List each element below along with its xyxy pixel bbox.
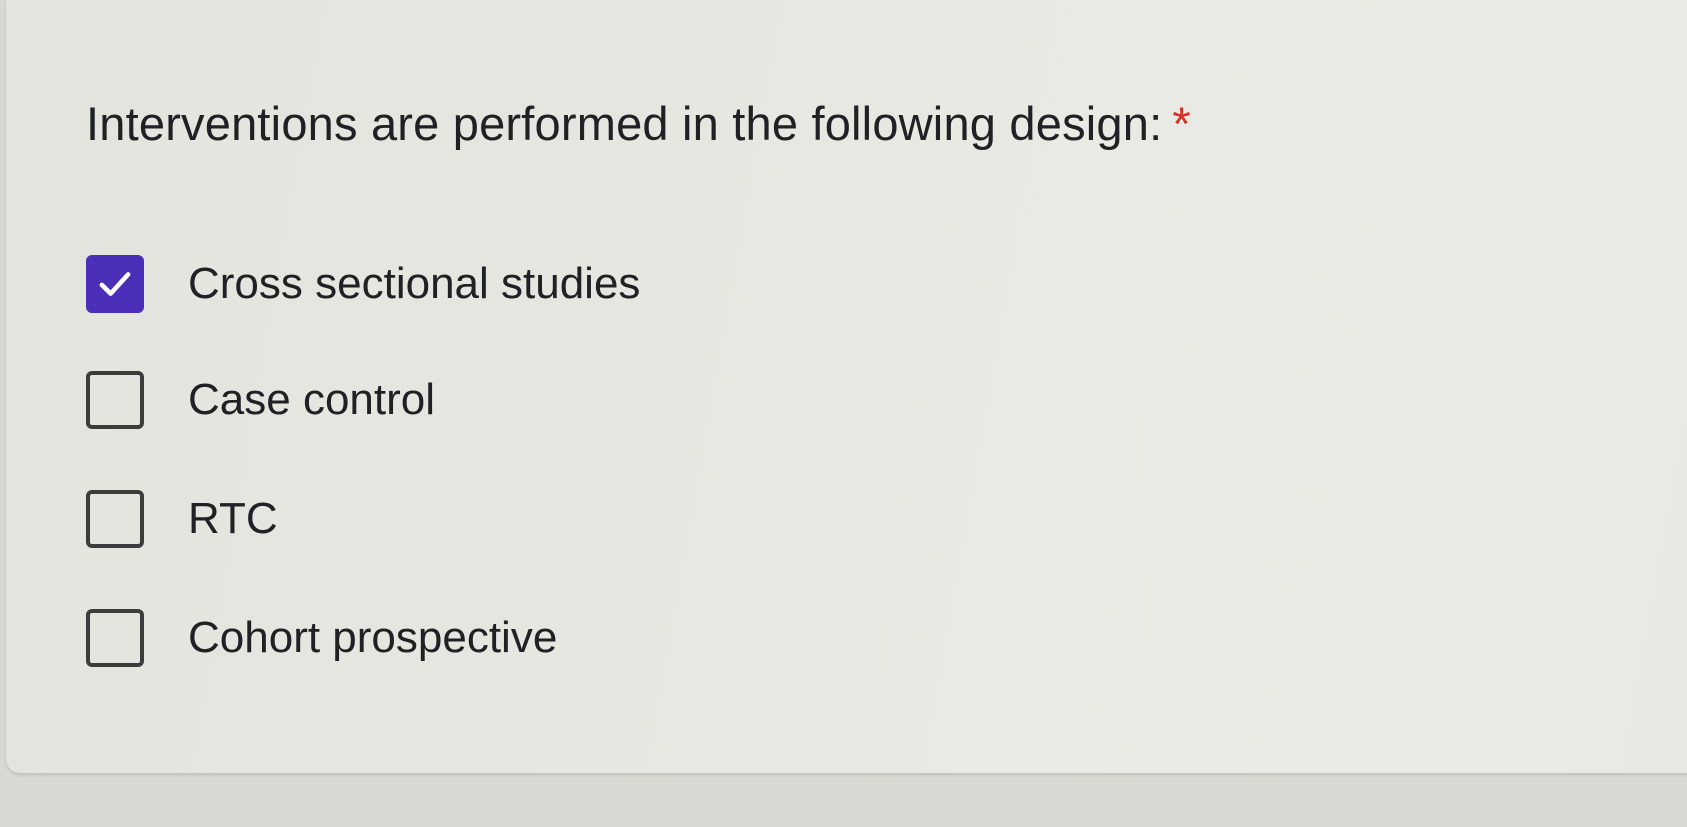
option-label: Cohort prospective [188, 613, 558, 662]
checkbox-unchecked[interactable] [86, 371, 144, 429]
option-cohort-prospective[interactable]: Cohort prospective [86, 603, 557, 673]
required-asterisk: * [1172, 97, 1191, 150]
option-case-control[interactable]: Case control [86, 365, 435, 435]
checkmark-icon [99, 272, 131, 296]
question-card: Interventions are performed in the follo… [6, 0, 1687, 773]
question-text: Interventions are performed in the follo… [86, 97, 1163, 150]
checkbox-unchecked[interactable] [86, 609, 144, 667]
option-cross-sectional-studies[interactable]: Cross sectional studies [86, 249, 640, 319]
option-label: Case control [188, 375, 436, 424]
option-rtc[interactable]: RTC [86, 484, 278, 554]
question-title: Interventions are performed in the follo… [86, 96, 1191, 151]
checkbox-unchecked[interactable] [86, 490, 144, 548]
checkbox-checked[interactable] [86, 255, 144, 313]
option-label: RTC [188, 494, 278, 543]
option-label: Cross sectional studies [188, 259, 641, 308]
